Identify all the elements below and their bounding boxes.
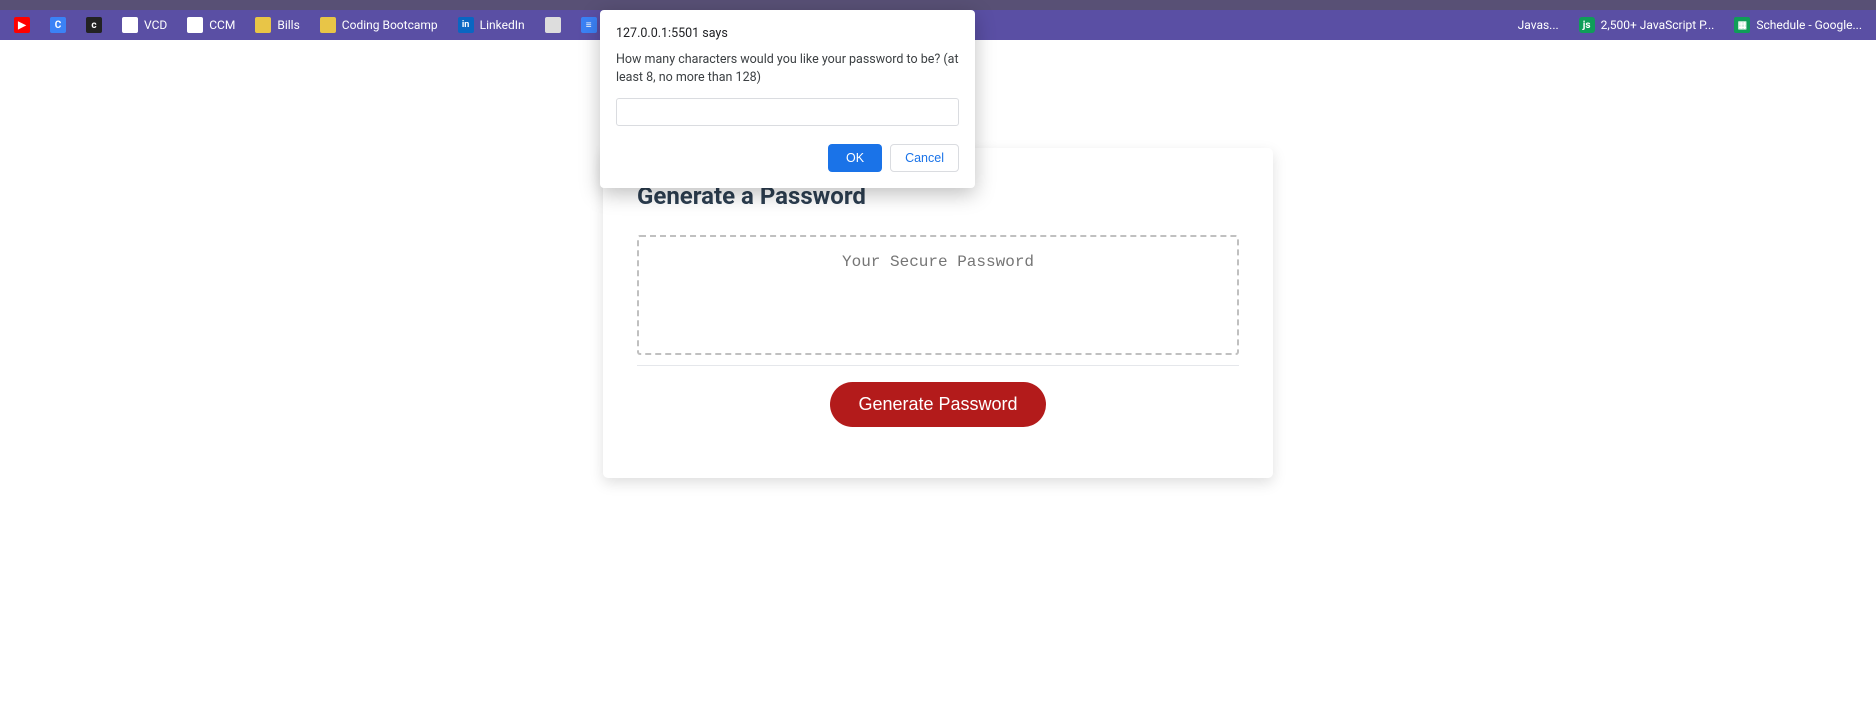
bookmark-javas[interactable]: Javas... bbox=[1510, 14, 1567, 36]
bookmark-blank[interactable] bbox=[537, 13, 569, 37]
bookmark-linkedin[interactable]: in LinkedIn bbox=[450, 13, 533, 37]
prompt-message: How many characters would you like your … bbox=[616, 51, 959, 86]
bookmark-schedule[interactable]: ▦ Schedule - Google... bbox=[1726, 13, 1870, 37]
bookmark-bills[interactable]: Bills bbox=[247, 13, 307, 37]
bookmark-youtube[interactable]: ▶ bbox=[6, 13, 38, 37]
bookmark-label: LinkedIn bbox=[480, 18, 525, 32]
square-icon: c bbox=[86, 17, 102, 33]
bookmark-ccm[interactable]: M CCM bbox=[179, 13, 243, 37]
gmail-icon: M bbox=[187, 17, 203, 33]
bookmark-label: Coding Bootcamp bbox=[342, 18, 438, 32]
sheets-icon: ▦ bbox=[1734, 17, 1750, 33]
bookmark-coding-bootcamp[interactable]: Coding Bootcamp bbox=[312, 13, 446, 37]
docs-icon: ≡ bbox=[581, 17, 597, 33]
bookmark-js-2500[interactable]: js 2,500+ JavaScript P... bbox=[1571, 13, 1723, 37]
bookmark-vcd[interactable]: M VCD bbox=[114, 13, 175, 37]
bookmark-dark[interactable]: c bbox=[78, 13, 110, 37]
password-output[interactable] bbox=[637, 235, 1239, 355]
password-card: Generate a Password Generate Password bbox=[603, 148, 1273, 478]
generate-button[interactable]: Generate Password bbox=[830, 382, 1045, 427]
prompt-dialog: 127.0.0.1:5501 says How many characters … bbox=[600, 10, 975, 188]
js-icon: js bbox=[1579, 17, 1595, 33]
bookmark-label: Javas... bbox=[1518, 18, 1559, 32]
divider bbox=[637, 365, 1239, 366]
gmail-icon: M bbox=[122, 17, 138, 33]
generic-icon bbox=[545, 17, 561, 33]
ok-button[interactable]: OK bbox=[828, 144, 882, 172]
bookmark-coursera[interactable]: C bbox=[42, 13, 74, 37]
folder-icon bbox=[320, 17, 336, 33]
browser-tabstrip bbox=[0, 0, 1876, 10]
bookmark-label: VCD bbox=[144, 18, 167, 32]
coursera-icon: C bbox=[50, 17, 66, 33]
bookmark-label: CCM bbox=[209, 18, 235, 32]
bookmark-label: 2,500+ JavaScript P... bbox=[1601, 18, 1715, 32]
folder-icon bbox=[255, 17, 271, 33]
prompt-input[interactable] bbox=[616, 98, 959, 126]
cancel-button[interactable]: Cancel bbox=[890, 144, 959, 172]
bookmark-label: Schedule - Google... bbox=[1756, 18, 1862, 32]
youtube-icon: ▶ bbox=[14, 17, 30, 33]
linkedin-icon: in bbox=[458, 17, 474, 33]
bookmark-label: Bills bbox=[277, 18, 299, 32]
prompt-origin: 127.0.0.1:5501 says bbox=[616, 26, 959, 41]
